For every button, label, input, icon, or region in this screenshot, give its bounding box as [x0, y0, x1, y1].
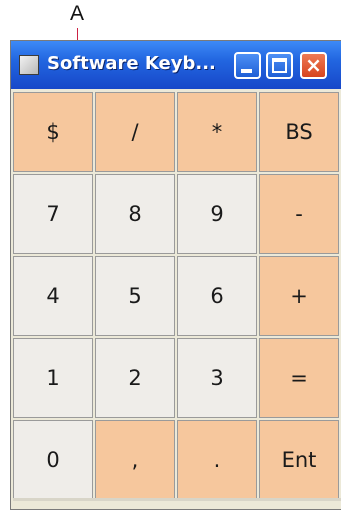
digit-0-key[interactable]: 0: [13, 420, 93, 500]
close-button[interactable]: ×: [300, 52, 327, 79]
digit-4-key[interactable]: 4: [13, 256, 93, 336]
maximize-button[interactable]: [266, 52, 293, 79]
window-title: Software Keyb...: [47, 53, 216, 74]
maximize-icon: [272, 58, 287, 73]
equals-key[interactable]: =: [259, 338, 339, 418]
minus-key[interactable]: -: [259, 174, 339, 254]
backspace-key[interactable]: BS: [259, 92, 339, 172]
title-bar[interactable]: Software Keyb... ×: [11, 41, 341, 89]
period-key[interactable]: .: [177, 420, 257, 500]
digit-2-key[interactable]: 2: [95, 338, 175, 418]
digit-1-key[interactable]: 1: [13, 338, 93, 418]
digit-5-key[interactable]: 5: [95, 256, 175, 336]
slash-key[interactable]: /: [95, 92, 175, 172]
dollar-key[interactable]: $: [13, 92, 93, 172]
minimize-icon: [241, 69, 252, 73]
enter-key[interactable]: Ent: [259, 420, 339, 500]
digit-6-key[interactable]: 6: [177, 256, 257, 336]
keypad-grid: $ / * BS 7 8 9- 4 5 6 +1 2 3 = 0,. Ent: [13, 92, 339, 500]
comma-key[interactable]: ,: [95, 420, 175, 500]
digit-8-key[interactable]: 8: [95, 174, 175, 254]
digit-3-key[interactable]: 3: [177, 338, 257, 418]
app-window-icon: [19, 55, 39, 75]
close-icon: ×: [305, 53, 322, 77]
asterisk-key[interactable]: *: [177, 92, 257, 172]
minimize-button[interactable]: [234, 52, 261, 79]
digit-7-key[interactable]: 7: [13, 174, 93, 254]
callout-label-a: A: [69, 2, 84, 25]
digit-9-key[interactable]: 9: [177, 174, 257, 254]
plus-key[interactable]: +: [259, 256, 339, 336]
